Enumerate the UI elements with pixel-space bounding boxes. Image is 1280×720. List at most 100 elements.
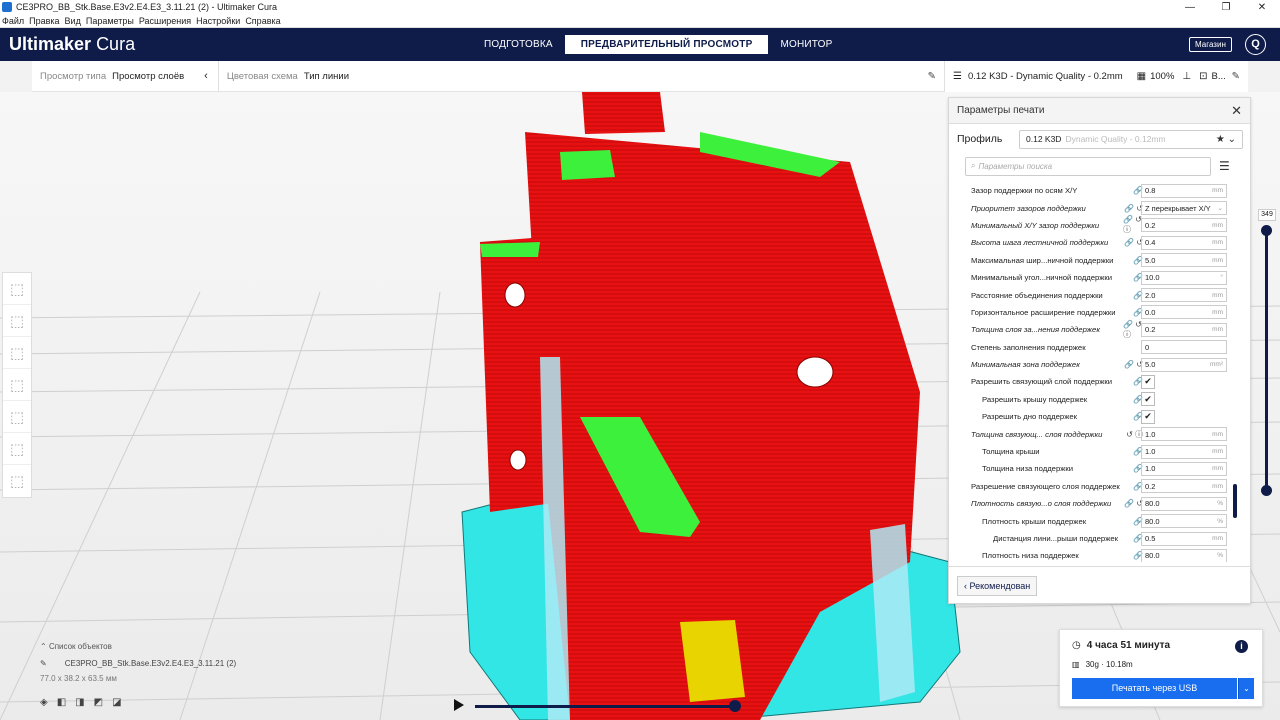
layer-slider[interactable]: 349 [1258, 209, 1276, 504]
chevron-left-icon[interactable]: ‹ [204, 70, 208, 82]
recommended-button[interactable]: ‹ Рекомендован [957, 575, 1038, 596]
setting-value-input[interactable]: 0.2 mm [1141, 479, 1227, 494]
rotate-tool-icon[interactable]: ⬚ [3, 337, 31, 369]
menu-settings[interactable]: Параметры [84, 16, 137, 26]
setting-value-input[interactable]: 0.2 mm [1141, 322, 1227, 337]
setting-link-icon[interactable]: 🔗 [1123, 447, 1143, 456]
star-icon[interactable]: ★ ⌄ [1216, 134, 1236, 145]
menu-help[interactable]: Справка [243, 16, 283, 26]
mirror-tool-icon[interactable]: ⬚ [3, 369, 31, 401]
print-usb-button[interactable]: Печатать через USB [1072, 678, 1237, 699]
lay-flat-icon[interactable]: ⬚ [3, 465, 31, 497]
setting-link-icon[interactable]: 🔗 ↺ [1123, 360, 1143, 369]
info-icon[interactable]: i [1235, 640, 1248, 653]
setting-checkbox[interactable]: ✔ [1141, 392, 1155, 407]
tab-preview[interactable]: ПРЕДВАРИТЕЛЬНЫЙ ПРОСМОТР [564, 35, 769, 54]
setting-link-icon[interactable]: 🔗 [1123, 534, 1143, 543]
support-blocker-icon[interactable]: ⬚ [3, 433, 31, 465]
menu-edit[interactable]: Правка [27, 16, 62, 26]
setting-link-icon[interactable]: 🔗 ↺ [1123, 238, 1143, 247]
setting-link-icon[interactable]: 🔗 [1123, 377, 1143, 386]
layer-slider-bottom-handle[interactable] [1261, 485, 1272, 496]
setting-unit: mm² [1210, 361, 1223, 369]
setting-value-input[interactable]: 0.5 mm [1141, 531, 1227, 546]
setting-link-icon[interactable]: 🔗 [1123, 308, 1143, 317]
setting-value-input[interactable]: 80.0% [1141, 514, 1227, 529]
setting-link-icon[interactable]: 🔗 [1123, 517, 1143, 526]
account-avatar[interactable]: Q [1245, 34, 1266, 55]
setting-value-input[interactable]: 5.0 mm² [1141, 357, 1227, 372]
marketplace-button[interactable]: Магазин [1189, 37, 1232, 52]
setting-link-icon[interactable]: 🔗 [1123, 291, 1143, 300]
path-slider-track[interactable] [475, 705, 737, 708]
chevron-down-icon[interactable]: ⌄ [1238, 678, 1254, 699]
setting-value-input[interactable]: 5.0 mm [1141, 253, 1227, 268]
maximize-button[interactable]: ❐ [1208, 2, 1244, 13]
setting-value-input[interactable]: 0.0 mm [1141, 305, 1227, 320]
setting-link-icon[interactable]: 🔗 [1123, 186, 1143, 195]
scale-tool-icon[interactable]: ⬚ [3, 305, 31, 337]
pencil-icon[interactable]: ✎ [1232, 71, 1240, 82]
menu-view[interactable]: Вид [63, 16, 84, 26]
setting-link-icon[interactable]: 🔗 [1123, 273, 1143, 282]
path-slider-handle[interactable] [729, 700, 741, 712]
tab-prepare[interactable]: ПОДГОТОВКА [472, 35, 565, 54]
setting-value-input[interactable]: 2.0 mm [1141, 288, 1227, 303]
setting-unit: mm [1212, 291, 1223, 299]
print-setup-selector[interactable]: ☰ 0.12 K3D - Dynamic Quality - 0.2mm ▦ 1… [944, 61, 1248, 92]
menu-extensions[interactable]: Расширения [137, 16, 194, 26]
menu-file[interactable]: Файл [0, 16, 27, 26]
setting-value-input[interactable]: 80.0% [1141, 548, 1227, 562]
top-view-icon[interactable]: ◨ [75, 697, 84, 708]
object-list-header[interactable]: ⌃ Список объектов [40, 642, 236, 651]
3d-view-icon[interactable]: ◈ [40, 697, 48, 708]
right-view-icon[interactable]: ◪ [112, 697, 121, 708]
setting-link-icon[interactable]: 🔗 ↺ [1123, 204, 1143, 213]
profile-dropdown[interactable]: 0.12 K3D Dynamic Quality - 0.12mm ★ ⌄ [1019, 129, 1243, 149]
print-settings-panel: Параметры печати ✕ Профиль 0.12 K3D Dyna… [948, 97, 1252, 604]
hamburger-menu-icon[interactable]: ☰ [1219, 159, 1230, 173]
setting-link-icon[interactable]: 🔗 ↺ [1123, 499, 1143, 508]
setting-link-icon[interactable]: ↺ ⓘ [1123, 429, 1143, 440]
layer-slider-top-handle[interactable] [1261, 225, 1272, 236]
setting-value-input[interactable]: 0.8 mm [1141, 183, 1227, 198]
setting-checkbox[interactable]: ✔ [1141, 409, 1155, 424]
setting-value-input[interactable]: 80.0% [1141, 496, 1227, 511]
setting-link-icon[interactable]: 🔗 [1123, 551, 1143, 560]
setting-link-icon[interactable]: 🔗 [1123, 464, 1143, 473]
setting-value-input[interactable]: Z перекрывает X/Y ⌄ [1141, 201, 1227, 216]
setting-value-input[interactable]: 1.0 mm [1141, 427, 1227, 442]
setting-value: 80.0 [1145, 516, 1160, 526]
setting-link-icon[interactable]: 🔗 ↺ ⓘ [1123, 320, 1143, 340]
front-view-icon[interactable]: ◧ [57, 697, 66, 708]
left-view-icon[interactable]: ◩ [94, 697, 103, 708]
setting-value-input[interactable]: 1.0 mm [1141, 444, 1227, 459]
setting-link-icon[interactable]: 🔗 [1123, 256, 1143, 265]
setting-checkbox[interactable]: ✔ [1141, 374, 1155, 389]
close-icon[interactable]: ✕ [1231, 103, 1242, 119]
pencil-icon[interactable]: ✎ [928, 71, 936, 82]
setting-value-input[interactable]: 10.0 ° [1141, 270, 1227, 285]
minimize-button[interactable]: — [1172, 2, 1208, 13]
pencil-icon[interactable]: ✎ [40, 659, 47, 668]
play-icon[interactable] [454, 699, 464, 711]
setting-link-icon[interactable]: 🔗 [1123, 412, 1143, 421]
setting-link-icon[interactable]: 🔗 [1123, 395, 1143, 404]
view-type-dropdown[interactable]: Просмотр слоёв [112, 71, 184, 82]
setting-value-input[interactable]: 0 [1141, 340, 1227, 355]
settings-scrollbar[interactable] [1233, 484, 1237, 518]
layer-number-input[interactable]: 349 [1258, 209, 1276, 221]
color-scheme-dropdown[interactable]: Тип линии [304, 71, 349, 82]
setting-link-icon[interactable]: 🔗 ↺ ⓘ [1123, 215, 1143, 235]
close-window-button[interactable]: ✕ [1244, 2, 1280, 13]
setting-value-input[interactable]: 1.0 mm [1141, 461, 1227, 476]
tab-monitor[interactable]: МОНИТОР [768, 35, 844, 54]
setting-value-input[interactable]: 0.2 mm [1141, 218, 1227, 233]
layer-slider-track[interactable] [1265, 232, 1268, 490]
setting-value-input[interactable]: 0.4 mm [1141, 235, 1227, 250]
per-model-settings-icon[interactable]: ⬚ [3, 401, 31, 433]
setting-link-icon[interactable]: 🔗 [1123, 482, 1143, 491]
move-tool-icon[interactable]: ⬚ [3, 273, 31, 305]
settings-search-input[interactable]: ⌕ Параметры поиска [965, 156, 1211, 176]
menu-preferences[interactable]: Настройки [194, 16, 243, 26]
